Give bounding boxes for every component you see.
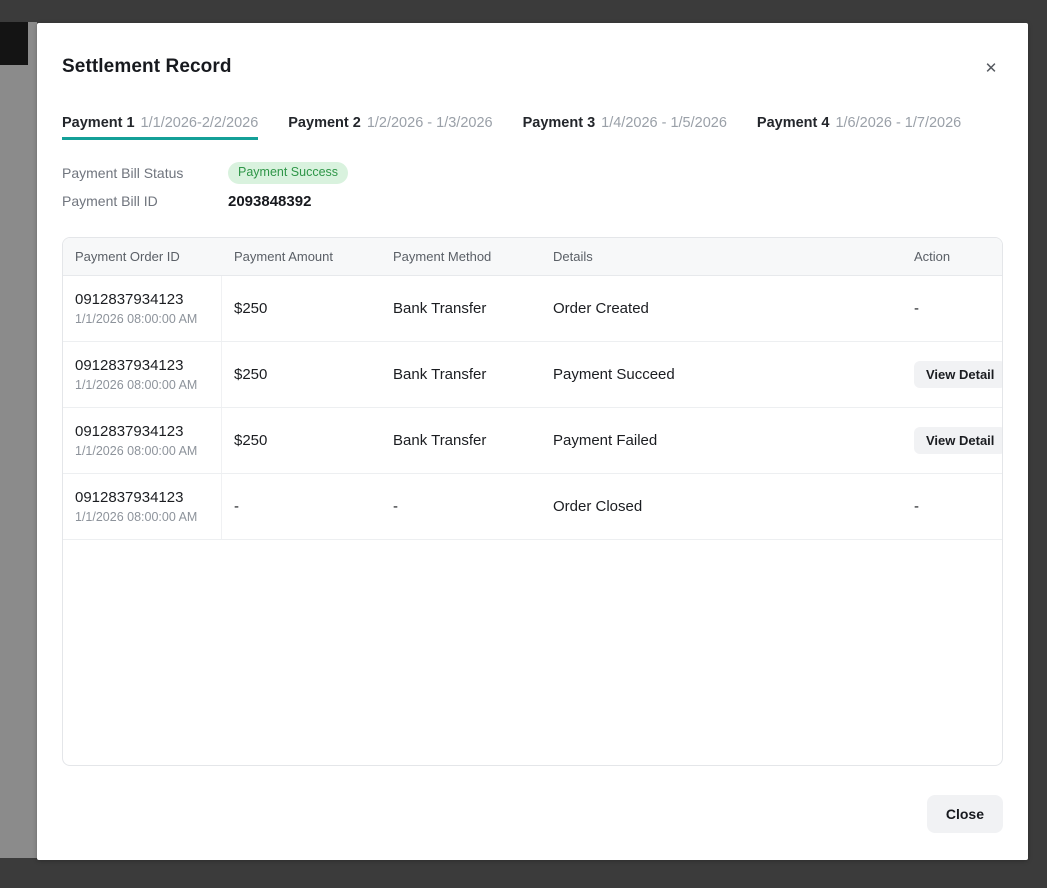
action-cell: View Detail [902, 408, 1002, 473]
order-id-cell: 0912837934123 1/1/2026 08:00:00 AM [63, 408, 222, 473]
tab-label: Payment 2 [288, 115, 361, 132]
method-cell: - [381, 474, 541, 539]
details-cell: Order Closed [541, 474, 902, 539]
table-header-row: Payment Order ID Payment Amount Payment … [63, 238, 1002, 276]
tab-payment-2[interactable]: Payment 2 1/2/2026 - 1/3/2026 [288, 115, 492, 140]
order-timestamp: 1/1/2026 08:00:00 AM [75, 378, 197, 392]
page-title: Settlement Record [62, 56, 232, 78]
method-cell: Bank Transfer [381, 408, 541, 473]
details-cell: Order Created [541, 276, 902, 341]
method-cell: Bank Transfer [381, 342, 541, 407]
payment-orders-table: Payment Order ID Payment Amount Payment … [62, 237, 1003, 766]
bill-status-label: Payment Bill Status [62, 165, 228, 181]
order-id: 0912837934123 [75, 489, 183, 506]
tab-label: Payment 3 [523, 115, 596, 132]
tab-payment-4[interactable]: Payment 4 1/6/2026 - 1/7/2026 [757, 115, 961, 140]
amount-cell: $250 [222, 342, 381, 407]
order-id-cell: 0912837934123 1/1/2026 08:00:00 AM [63, 276, 222, 341]
order-id: 0912837934123 [75, 357, 183, 374]
dimmed-page-header-block [0, 22, 28, 65]
dimmed-page-strip [0, 22, 37, 858]
tab-payment-1[interactable]: Payment 1 1/1/2026-2/2/2026 [62, 115, 258, 140]
method-cell: Bank Transfer [381, 276, 541, 341]
column-header-order-id: Payment Order ID [63, 249, 222, 264]
close-icon[interactable]: ✕ [978, 55, 1004, 81]
details-cell: Payment Failed [541, 408, 902, 473]
settlement-record-modal: Settlement Record ✕ Payment 1 1/1/2026-2… [37, 23, 1028, 860]
amount-cell: $250 [222, 276, 381, 341]
details-cell: Payment Succeed [541, 342, 902, 407]
table-row: 0912837934123 1/1/2026 08:00:00 AM $250 … [63, 276, 1002, 342]
order-timestamp: 1/1/2026 08:00:00 AM [75, 312, 197, 326]
bill-info: Payment Bill Status Payment Success Paym… [62, 162, 348, 218]
order-id-cell: 0912837934123 1/1/2026 08:00:00 AM [63, 474, 222, 539]
order-id: 0912837934123 [75, 423, 183, 440]
order-timestamp: 1/1/2026 08:00:00 AM [75, 444, 197, 458]
tab-date-range: 1/6/2026 - 1/7/2026 [835, 115, 961, 132]
status-badge: Payment Success [228, 162, 348, 184]
column-header-method: Payment Method [381, 249, 541, 264]
action-cell: - [902, 276, 1002, 341]
column-header-amount: Payment Amount [222, 249, 381, 264]
bill-id-row: Payment Bill ID 2093848392 [62, 190, 348, 212]
view-detail-button[interactable]: View Detail [914, 361, 1003, 388]
tab-date-range: 1/1/2026-2/2/2026 [141, 115, 259, 132]
tab-payment-3[interactable]: Payment 3 1/4/2026 - 1/5/2026 [523, 115, 727, 140]
bill-id-value: 2093848392 [228, 193, 311, 210]
table-row: 0912837934123 1/1/2026 08:00:00 AM - - O… [63, 474, 1002, 540]
tab-label: Payment 4 [757, 115, 830, 132]
amount-cell: $250 [222, 408, 381, 473]
table-row: 0912837934123 1/1/2026 08:00:00 AM $250 … [63, 342, 1002, 408]
order-id: 0912837934123 [75, 291, 183, 308]
tab-label: Payment 1 [62, 115, 135, 132]
order-timestamp: 1/1/2026 08:00:00 AM [75, 510, 197, 524]
table-row: 0912837934123 1/1/2026 08:00:00 AM $250 … [63, 408, 1002, 474]
action-cell: View Detail [902, 342, 1002, 407]
amount-cell: - [222, 474, 381, 539]
column-header-action: Action [902, 249, 1002, 264]
view-detail-button[interactable]: View Detail [914, 427, 1003, 454]
close-button[interactable]: Close [927, 795, 1003, 833]
payment-tabs: Payment 1 1/1/2026-2/2/2026 Payment 2 1/… [62, 115, 1003, 140]
column-header-details: Details [541, 249, 902, 264]
tab-date-range: 1/4/2026 - 1/5/2026 [601, 115, 727, 132]
bill-id-label: Payment Bill ID [62, 193, 228, 209]
order-id-cell: 0912837934123 1/1/2026 08:00:00 AM [63, 342, 222, 407]
bill-status-row: Payment Bill Status Payment Success [62, 162, 348, 184]
action-cell: - [902, 474, 1002, 539]
tab-date-range: 1/2/2026 - 1/3/2026 [367, 115, 493, 132]
table-body: 0912837934123 1/1/2026 08:00:00 AM $250 … [63, 276, 1002, 540]
